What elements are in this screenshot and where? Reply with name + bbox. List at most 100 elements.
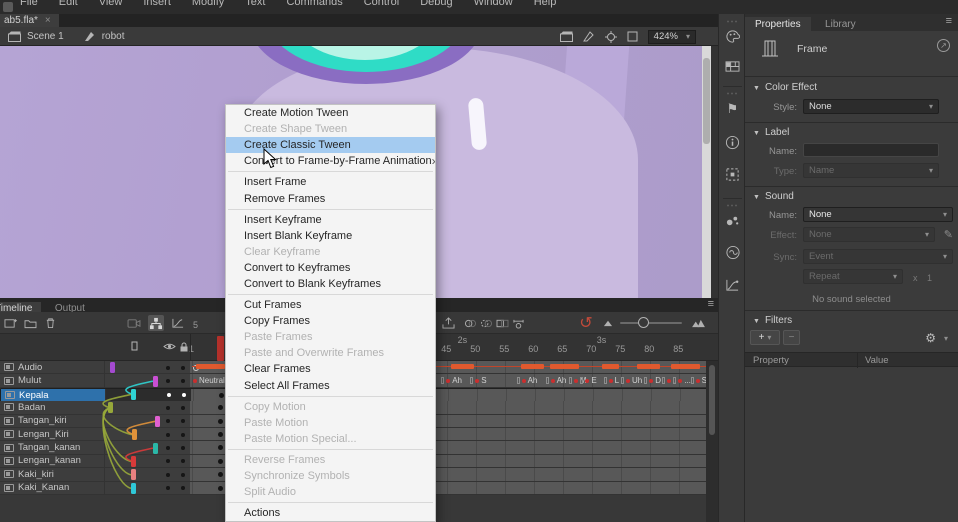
new-folder-icon[interactable]	[22, 315, 38, 331]
frame-graph-icon[interactable]	[170, 315, 186, 331]
column-divider[interactable]	[857, 353, 858, 368]
menu-item-convert-to-frame-by-frame-animation[interactable]: Convert to Frame-by-Frame Animation›	[226, 153, 435, 169]
layer-color-chip[interactable]	[153, 443, 158, 454]
edit-symbols-icon[interactable]	[583, 31, 595, 42]
motion-graph-icon[interactable]	[724, 276, 741, 293]
layer-color-chip[interactable]	[132, 429, 137, 440]
layer-name-cell[interactable]: Tangan_kiri	[0, 415, 105, 427]
menu-item-convert-to-keyframes[interactable]: Convert to Keyframes	[226, 260, 435, 276]
menu-item-clear-frames[interactable]: Clear Frames	[226, 361, 435, 377]
layer-visibility-dot[interactable]	[166, 446, 170, 450]
app-logo-icon[interactable]	[3, 2, 13, 12]
tab-timeline[interactable]: Timeline	[0, 302, 41, 312]
layer-lock-dot[interactable]	[181, 446, 185, 450]
layer-name-cell[interactable]: Kaki_kiri	[0, 468, 105, 480]
menu-item-insert-blank-keyframe[interactable]: Insert Blank Keyframe	[226, 228, 435, 244]
particles-icon[interactable]	[724, 212, 741, 229]
layer-parenting-icon[interactable]	[148, 315, 164, 331]
menu-item-actions[interactable]: Actions	[226, 505, 435, 521]
breadcrumb-symbol[interactable]: robot	[102, 31, 125, 42]
menu-item-cut-frames[interactable]: Cut Frames	[226, 297, 435, 313]
repeat-count-stepper[interactable]: 1	[927, 273, 932, 283]
section-color-effect[interactable]: ▼Color Effect	[753, 82, 817, 93]
keyframe-label[interactable]: Ah	[546, 375, 567, 386]
eye-column-icon[interactable]	[163, 342, 176, 351]
layer-name-cell[interactable]: Lengan_kanan	[0, 455, 105, 467]
layer-name-cell[interactable]: Badan	[0, 401, 105, 413]
menu-window[interactable]: Window	[474, 0, 513, 8]
keyframe-label[interactable]: E	[580, 375, 596, 386]
center-stage-icon[interactable]	[605, 31, 617, 43]
layer-lock-dot[interactable]	[181, 486, 185, 490]
layer-color-chip[interactable]	[153, 376, 158, 387]
layer-visibility-dot[interactable]	[166, 486, 170, 490]
dock-grip[interactable]	[726, 204, 739, 207]
menu-item-copy-frames[interactable]: Copy Frames	[226, 313, 435, 329]
keyframe-dot[interactable]	[218, 459, 223, 464]
camera-icon[interactable]	[126, 315, 142, 331]
onion-skin-icon[interactable]	[462, 315, 478, 331]
zoom-level-select[interactable]: 424% ▾	[648, 30, 696, 44]
layer-lock-dot[interactable]	[181, 433, 185, 437]
color-palette-icon[interactable]	[724, 28, 741, 45]
keyframe-dot[interactable]	[219, 393, 224, 398]
keyframe-label[interactable]: S	[691, 375, 707, 386]
menu-help[interactable]: Help	[534, 0, 557, 8]
menu-item-insert-frame[interactable]: Insert Frame	[226, 174, 435, 190]
layer-visibility-dot[interactable]	[166, 366, 170, 370]
layer-name-cell[interactable]: Audio	[0, 361, 105, 373]
menu-item-insert-keyframe[interactable]: Insert Keyframe	[226, 212, 435, 228]
zoom-in-timeline-icon[interactable]	[690, 315, 706, 331]
add-filter-button[interactable]: +▾	[750, 330, 780, 345]
menu-edit[interactable]: Edit	[59, 0, 78, 8]
tab-output[interactable]: Output	[46, 302, 94, 312]
scrollbar-thumb[interactable]	[709, 365, 715, 435]
onion-skin-outline-icon[interactable]	[478, 315, 494, 331]
layer-lock-dot[interactable]	[181, 379, 185, 383]
timeline-panel-menu-icon[interactable]: ≡	[708, 298, 714, 310]
timeline-zoom-slider[interactable]	[620, 322, 682, 324]
playhead[interactable]	[217, 336, 224, 361]
layer-visibility-dot[interactable]	[167, 393, 171, 397]
remove-filter-button[interactable]: −	[783, 330, 800, 345]
onion-markers-icon[interactable]	[510, 315, 526, 331]
menu-control[interactable]: Control	[364, 0, 399, 8]
layer-name-cell[interactable]: Kaki_Kanan	[0, 482, 105, 494]
edit-sound-pencil-icon[interactable]: ✎	[944, 228, 953, 241]
layer-color-chip[interactable]	[131, 389, 136, 400]
menu-commands[interactable]: Commands	[286, 0, 342, 8]
creative-cloud-icon[interactable]	[724, 244, 741, 261]
style-select[interactable]: None▾	[803, 99, 939, 114]
section-sound[interactable]: ▼Sound	[753, 191, 794, 202]
keyframe-label[interactable]: L	[604, 375, 619, 386]
layer-name-cell[interactable]: Lengan_Kiri	[0, 428, 105, 440]
menu-item-remove-frames[interactable]: Remove Frames	[226, 190, 435, 206]
layer-color-chip[interactable]	[108, 402, 113, 413]
layer-visibility-dot[interactable]	[166, 419, 170, 423]
menu-debug[interactable]: Debug	[420, 0, 452, 8]
layer-lock-dot[interactable]	[181, 406, 185, 410]
keyframe-label[interactable]: Ah	[517, 375, 538, 386]
properties-panel-menu-icon[interactable]: ≡	[946, 15, 952, 27]
transform-icon[interactable]	[724, 166, 741, 183]
layer-color-chip[interactable]	[131, 469, 136, 480]
document-tab[interactable]: ab5.fla* ×	[0, 14, 59, 27]
keyframe-dot[interactable]	[218, 486, 223, 491]
align-flag-icon[interactable]: ⚑	[724, 100, 741, 117]
keyframe-label[interactable]: Uh	[621, 375, 642, 386]
close-icon[interactable]: ×	[45, 15, 51, 26]
layer-visibility-dot[interactable]	[166, 459, 170, 463]
keyframe-dot[interactable]	[218, 432, 223, 437]
keyframe-label[interactable]: Ah	[441, 375, 462, 386]
layer-lock-dot[interactable]	[181, 419, 185, 423]
layer-visibility-dot[interactable]	[166, 406, 170, 410]
section-filters[interactable]: ▼Filters	[753, 315, 792, 326]
layer-color-chip[interactable]	[131, 456, 136, 467]
layer-lock-dot[interactable]	[181, 459, 185, 463]
clip-content-icon[interactable]	[627, 31, 638, 42]
keyframe-label[interactable]: D	[644, 375, 661, 386]
layer-visibility-dot[interactable]	[166, 473, 170, 477]
delete-layer-icon[interactable]	[42, 315, 58, 331]
timeline-vertical-scrollbar[interactable]	[706, 361, 718, 522]
keyframe-label[interactable]: S	[470, 375, 486, 386]
